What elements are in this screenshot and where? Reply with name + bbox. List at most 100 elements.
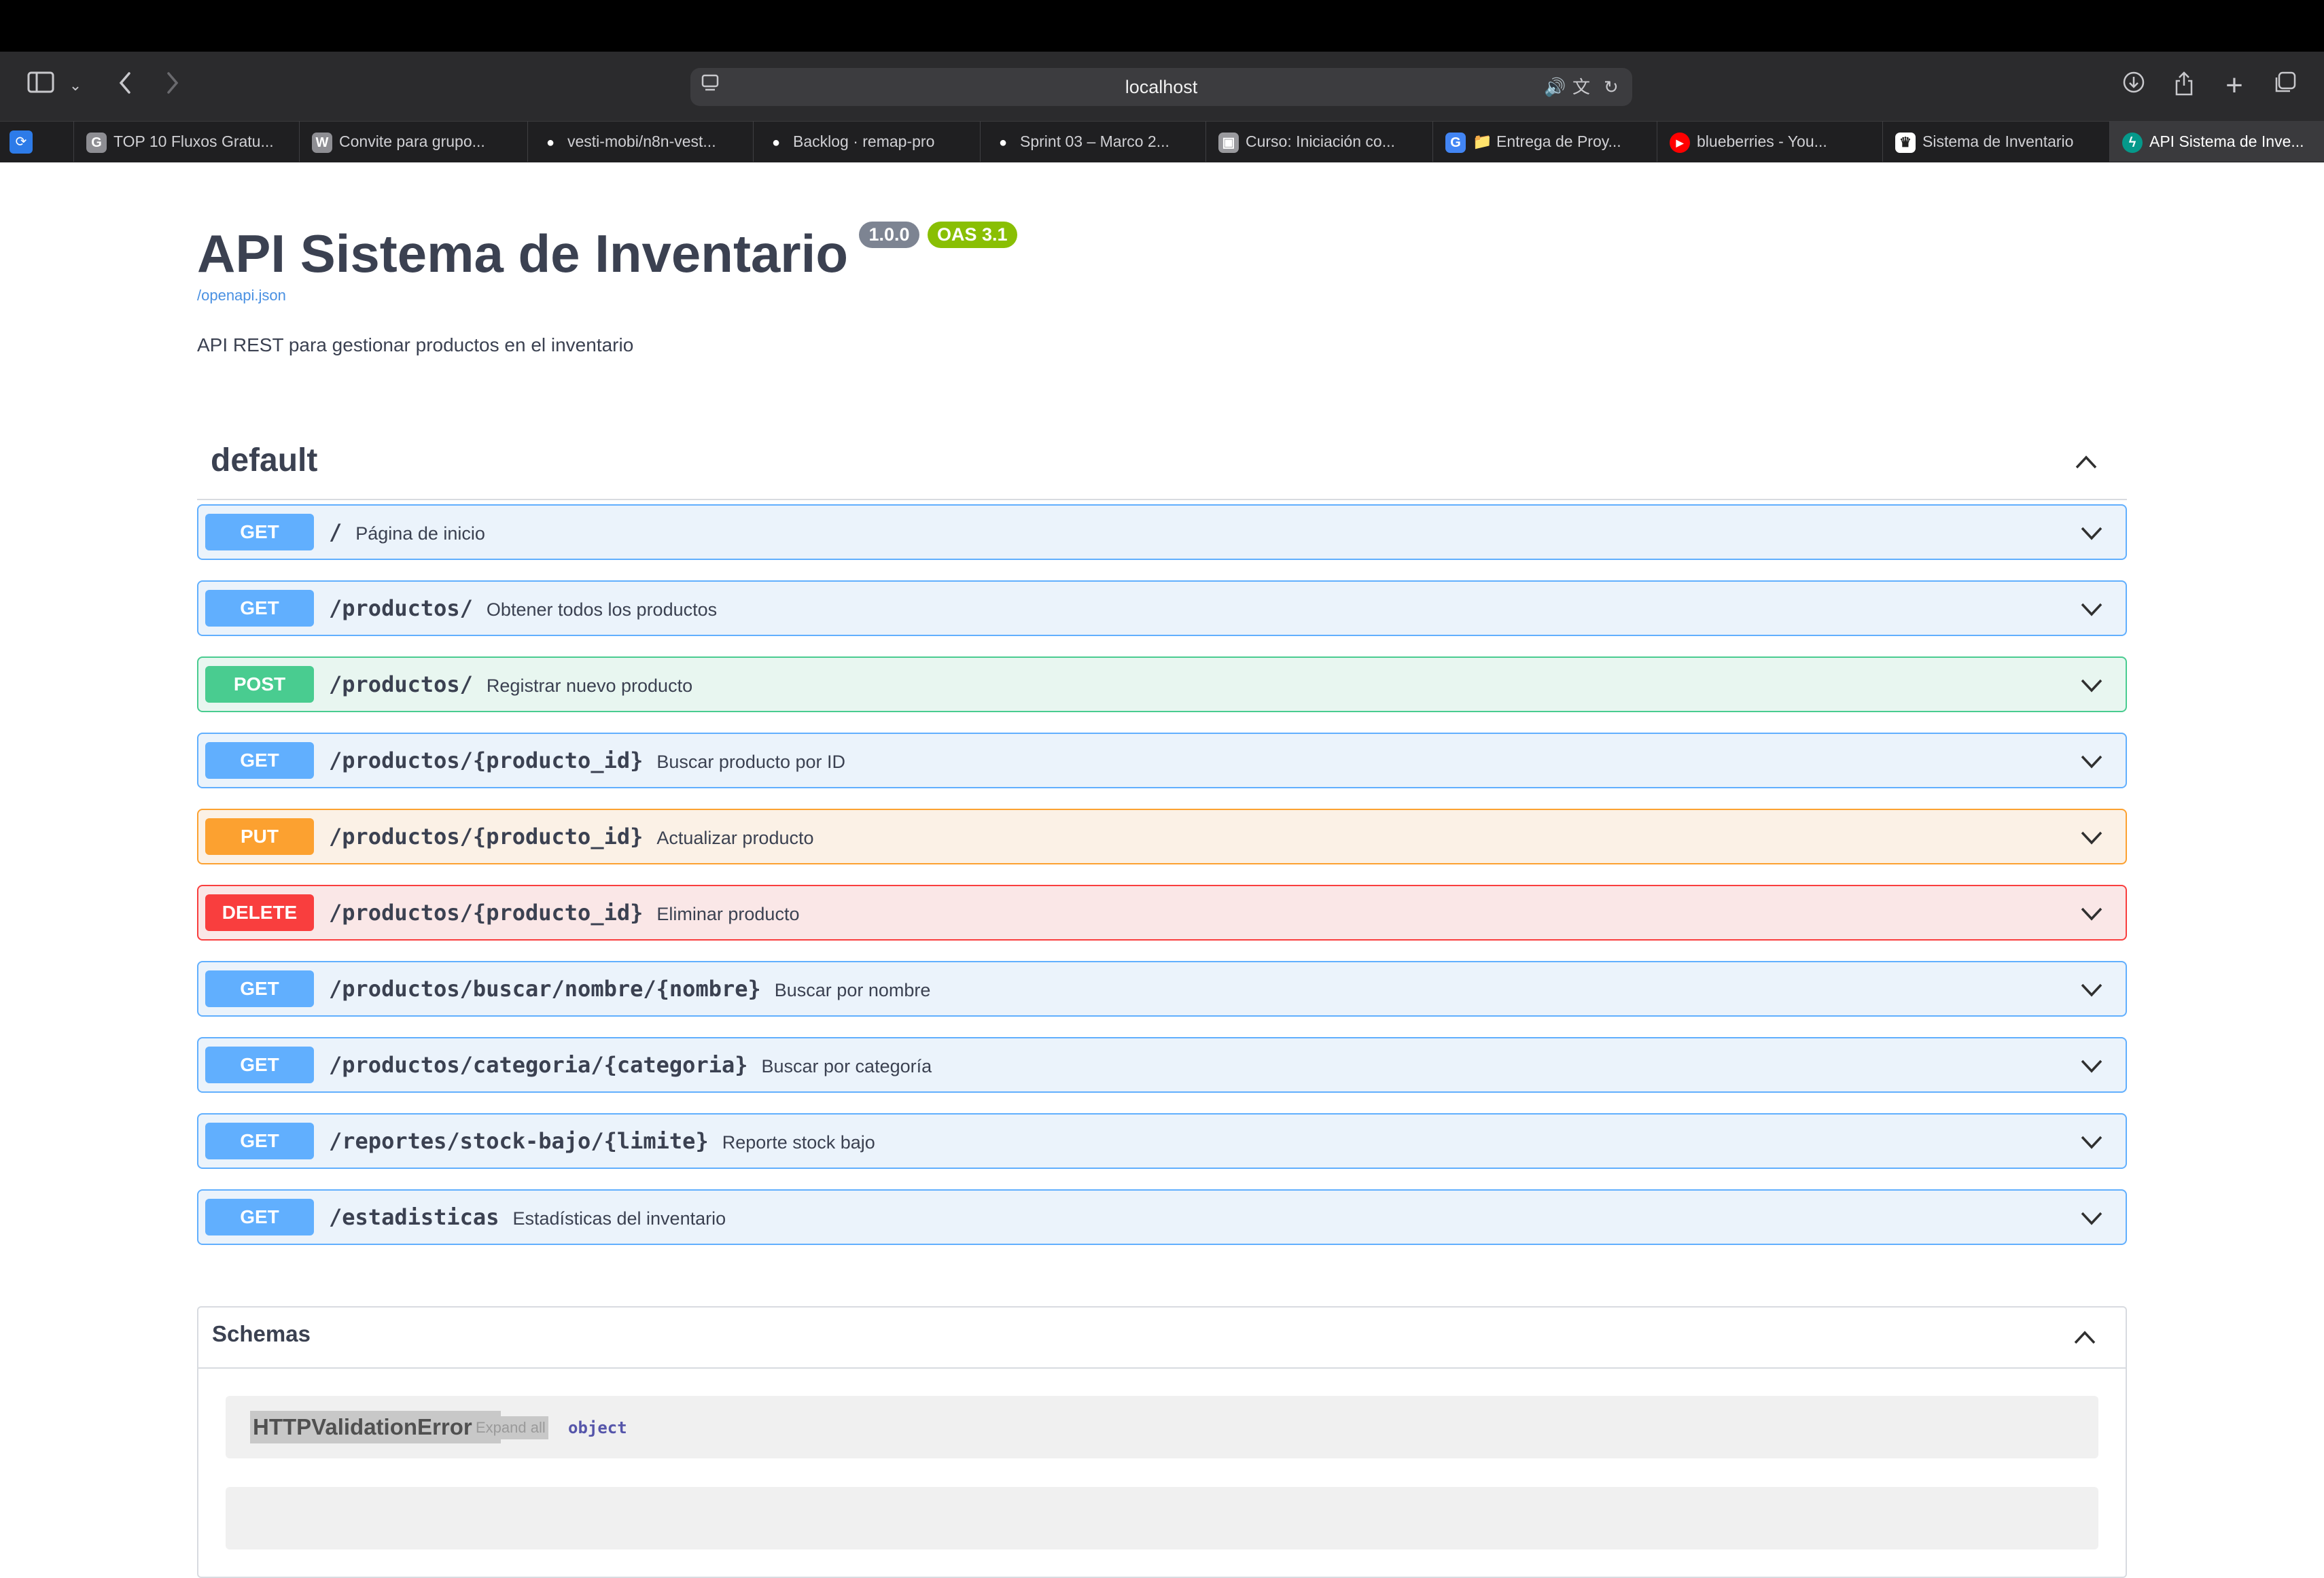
favicon-icon: G — [86, 132, 107, 153]
browser-tab[interactable]: ♛ Sistema de Inventario — [1882, 121, 2109, 162]
operation-row[interactable]: GET/productos/categoria/{categoria} Busca… — [197, 1037, 2127, 1093]
method-badge: GET — [205, 1047, 314, 1083]
github-icon: ● — [998, 135, 1008, 150]
model-name[interactable]: HTTPValidationError › — [250, 1411, 501, 1443]
path-text: /reportes/stock-bajo/{limite} — [329, 1128, 709, 1154]
chevron-down-icon[interactable] — [2078, 519, 2105, 546]
tab-label: Backlog · remap-pro — [793, 133, 935, 150]
path-text: /productos/{producto_id} — [329, 824, 644, 849]
translate-icon[interactable]: 文 — [1572, 72, 1590, 102]
github-icon: ● — [771, 135, 781, 150]
pinned-tab-icon[interactable]: ⟳ — [10, 130, 33, 154]
chevron-down-icon[interactable] — [2078, 1128, 2105, 1155]
operation-path: /productos/Registrar nuevo producto — [329, 658, 692, 711]
method-badge: GET — [205, 514, 314, 550]
model-type: object — [568, 1418, 627, 1437]
operation-row[interactable]: GET/productos/Obtener todos los producto… — [197, 580, 2127, 636]
sidebar-toggle-icon[interactable] — [24, 71, 57, 101]
tag-name: default — [211, 442, 318, 478]
browser-tab[interactable]: ϟ API Sistema de Inve... — [2109, 121, 2324, 162]
tab-label: 📁 Entrega de Proy... — [1473, 133, 1621, 150]
forward-icon[interactable] — [156, 71, 189, 101]
operation-summary: Actualizar producto — [656, 828, 814, 848]
tab-label: TOP 10 Fluxos Gratu... — [113, 133, 274, 150]
page-title: API Sistema de Inventario — [197, 224, 848, 283]
chevron-down-icon[interactable] — [2078, 748, 2105, 775]
expand-all-button[interactable]: Expand all — [473, 1416, 548, 1439]
chevron-down-icon[interactable] — [2078, 595, 2105, 623]
chevron-down-icon[interactable] — [2078, 671, 2105, 699]
operation-path: /productos/{producto_id} Eliminar product… — [329, 886, 799, 939]
path-text: /productos/ — [329, 595, 473, 621]
operation-row[interactable]: GET/productos/buscar/nombre/{nombre} Busc… — [197, 961, 2127, 1017]
image-icon: ▣ — [1218, 132, 1239, 153]
browser-tab[interactable]: ● vesti-mobi/n8n-vest... — [527, 121, 753, 162]
tag-section-header[interactable]: default — [197, 424, 2127, 500]
downloads-icon[interactable] — [2117, 71, 2150, 101]
tab-label: blueberries - You... — [1697, 133, 1827, 150]
operation-row[interactable]: GET/estadisticas Estadísticas del inventa… — [197, 1189, 2127, 1245]
operation-path: /reportes/stock-bajo/{limite} Reporte sto… — [329, 1115, 875, 1168]
method-badge: GET — [205, 742, 314, 779]
tab-label: Convite para grupo... — [339, 133, 485, 150]
operation-summary: Buscar por nombre — [774, 980, 931, 1000]
tab-label: API Sistema de Inve... — [2149, 133, 2304, 150]
reload-icon[interactable]: ↻ — [1604, 72, 1619, 102]
browser-tab[interactable]: W Convite para grupo... — [299, 121, 527, 162]
operation-row[interactable]: DELETE/productos/{producto_id} Eliminar p… — [197, 885, 2127, 941]
operation-path: /productos/Obtener todos los productos — [329, 582, 717, 635]
browser-tab[interactable]: G TOP 10 Fluxos Gratu... — [73, 121, 299, 162]
github-icon: ● — [546, 135, 555, 150]
tab-label: vesti-mobi/n8n-vest... — [567, 133, 716, 150]
url-text[interactable]: localhost — [690, 68, 1632, 106]
model-httpvalidationerror[interactable]: HTTPValidationError › Expand all object — [226, 1396, 2098, 1458]
schemas-title[interactable]: Schemas — [212, 1321, 311, 1347]
chevron-down-icon[interactable] — [2078, 900, 2105, 927]
method-badge: GET — [205, 590, 314, 627]
chevron-down-icon[interactable] — [2078, 1052, 2105, 1079]
fastapi-icon: ϟ — [2122, 132, 2143, 153]
chevron-down-icon[interactable]: ⌄ — [65, 71, 86, 101]
operation-row[interactable]: GET/reportes/stock-bajo/{limite} Reporte … — [197, 1113, 2127, 1169]
chevron-down-icon[interactable] — [2078, 976, 2105, 1003]
method-badge: GET — [205, 1123, 314, 1159]
browser-tab[interactable]: ● Backlog · remap-pro — [753, 121, 980, 162]
model-row[interactable] — [226, 1487, 2098, 1549]
operation-row[interactable]: POST/productos/Registrar nuevo producto — [197, 656, 2127, 712]
youtube-icon: ▶ — [1670, 132, 1690, 153]
browser-tab[interactable]: G 📁 Entrega de Proy... — [1432, 121, 1657, 162]
browser-tab[interactable]: ● Sprint 03 – Marco 2... — [980, 121, 1205, 162]
openapi-json-link[interactable]: /openapi.json — [197, 287, 286, 304]
version-badge: 1.0.0 — [859, 222, 919, 248]
audio-playing-icon[interactable]: 🔊 — [1544, 72, 1566, 102]
favicon-icon: G — [1445, 132, 1466, 153]
chevron-down-icon[interactable] — [2078, 1204, 2105, 1231]
method-badge: DELETE — [205, 894, 314, 931]
operation-summary: Reporte stock bajo — [722, 1132, 875, 1153]
method-badge: POST — [205, 666, 314, 703]
method-badge: PUT — [205, 818, 314, 855]
browser-tab[interactable]: ▣ Curso: Iniciación co... — [1205, 121, 1432, 162]
new-tab-icon[interactable]: + — [2218, 71, 2251, 101]
operation-row[interactable]: PUT/productos/{producto_id} Actualizar pr… — [197, 809, 2127, 864]
path-text: /productos/{producto_id} — [329, 900, 644, 926]
operation-summary: Registrar nuevo producto — [486, 676, 693, 696]
operation-summary: Obtener todos los productos — [486, 599, 718, 620]
chevron-down-icon[interactable] — [2078, 824, 2105, 851]
share-icon[interactable] — [2168, 71, 2200, 101]
info-header: API Sistema de Inventario 1.0.0 OAS 3.1 — [197, 222, 1017, 284]
operation-path: /productos/buscar/nombre/{nombre} Buscar … — [329, 962, 930, 1015]
tab-overview-icon[interactable] — [2268, 71, 2301, 101]
oas-badge: OAS 3.1 — [927, 222, 1017, 248]
operation-row[interactable]: GET/productos/{producto_id} Buscar produc… — [197, 733, 2127, 788]
chevron-up-icon[interactable] — [2071, 1324, 2098, 1351]
path-text: /productos/buscar/nombre/{nombre} — [329, 976, 761, 1002]
back-icon[interactable] — [109, 71, 141, 101]
chevron-up-icon[interactable] — [2073, 449, 2100, 476]
address-bar[interactable]: localhost 🔊 文 ↻ — [690, 68, 1632, 106]
operation-summary: Eliminar producto — [656, 904, 800, 924]
browser-tab[interactable]: ▶ blueberries - You... — [1657, 121, 1882, 162]
operation-row[interactable]: GET / Página de inicio — [197, 504, 2127, 560]
tab-label: Sprint 03 – Marco 2... — [1020, 133, 1169, 150]
operation-summary: Estadísticas del inventario — [512, 1208, 726, 1229]
